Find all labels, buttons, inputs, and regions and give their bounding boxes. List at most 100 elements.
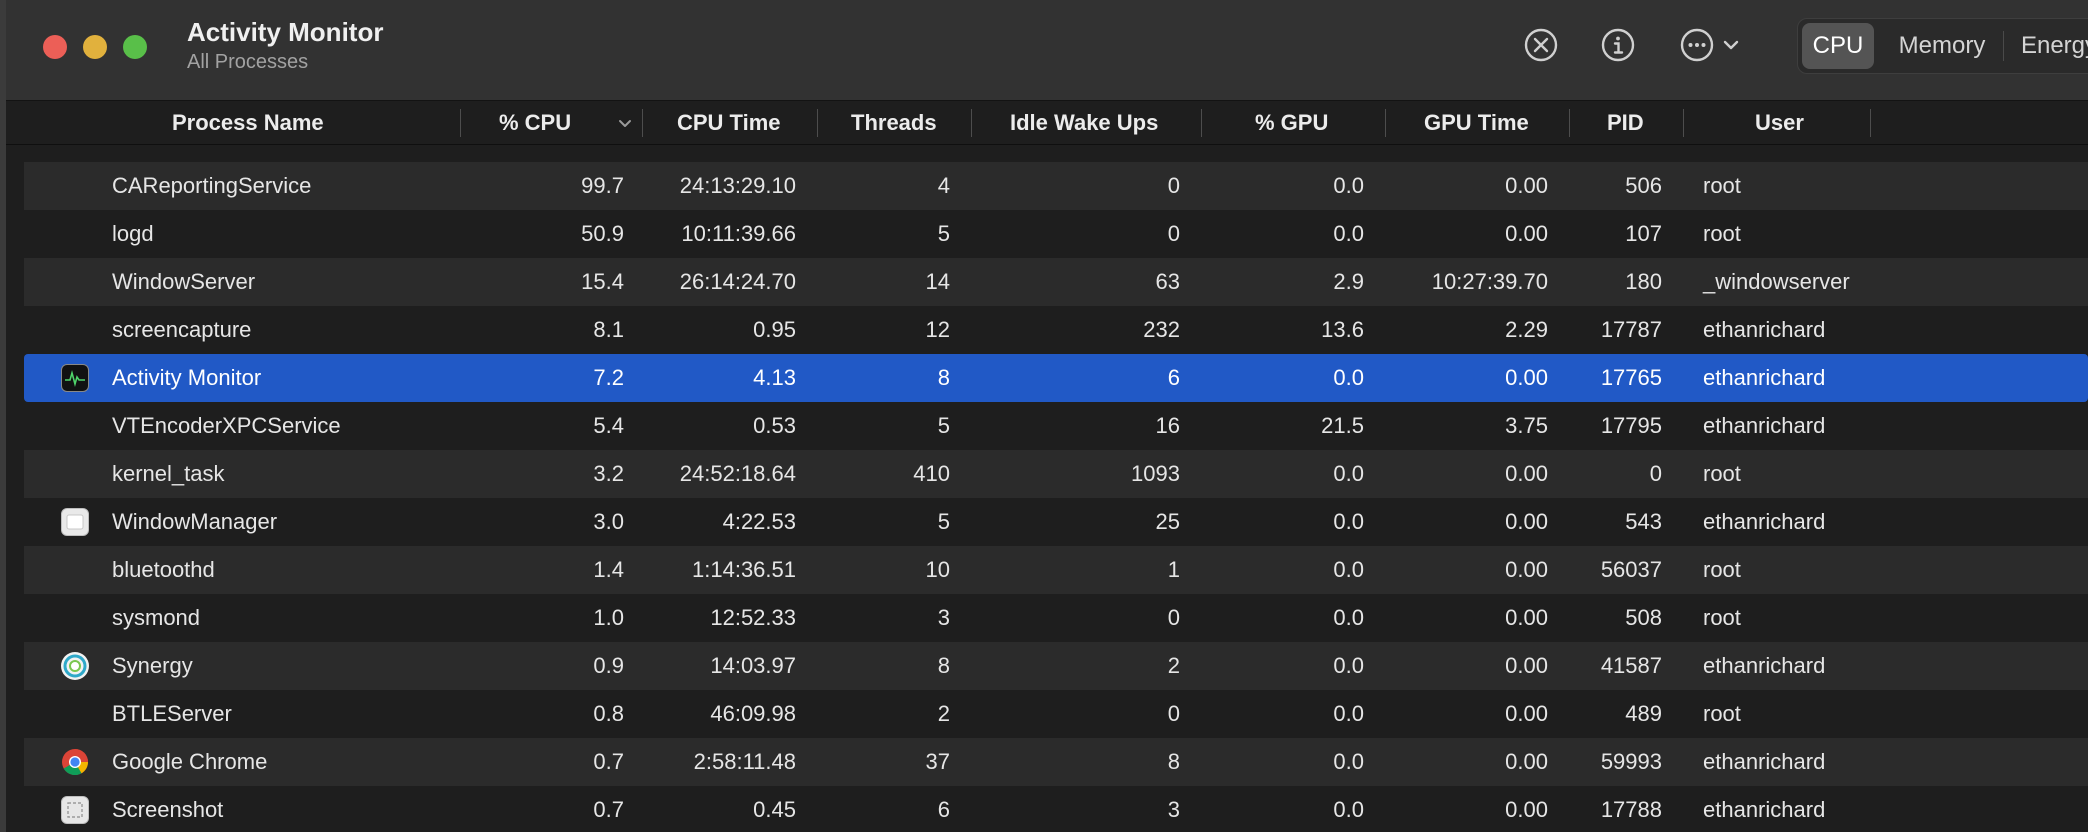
process-name: Google Chrome (112, 749, 268, 774)
column-divider[interactable] (971, 109, 972, 137)
gpu-time: 0.00 (1505, 797, 1548, 822)
pid: 17788 (1600, 797, 1662, 822)
table-row[interactable]: BTLEServer 0.8 46:09.98 2 0 0.0 0.00 489… (24, 690, 2088, 738)
user: ethanrichard (1703, 509, 1826, 534)
process-name: BTLEServer (112, 701, 232, 726)
cpu-percent: 0.8 (593, 701, 624, 726)
table-row[interactable]: WindowServer 15.4 26:14:24.70 14 63 2.9 … (24, 258, 2088, 306)
table-row[interactable]: sysmond 1.0 12:52.33 3 0 0.0 0.00 508 ro… (24, 594, 2088, 642)
column-header-cpu[interactable]: % CPU (499, 101, 571, 145)
cpu-percent: 1.4 (593, 557, 624, 582)
ellipsis-circle-icon (1680, 28, 1714, 62)
user: root (1703, 605, 1741, 630)
gpu-percent: 0.0 (1333, 749, 1364, 774)
column-header-gpu-time[interactable]: GPU Time (1424, 101, 1529, 145)
more-actions-menu-button[interactable] (1679, 25, 1747, 65)
table-row[interactable]: bluetoothd 1.4 1:14:36.51 10 1 0.0 0.00 … (24, 546, 2088, 594)
table-row[interactable]: logd 50.9 10:11:39.66 5 0 0.0 0.00 107 r… (24, 210, 2088, 258)
cpu-percent: 50.9 (581, 221, 624, 246)
cpu-percent: 1.0 (593, 605, 624, 630)
column-header-cpu-time[interactable]: CPU Time (677, 101, 781, 145)
window-subtitle: All Processes (187, 51, 309, 73)
process-name: Activity Monitor (112, 365, 262, 390)
table-row-selected[interactable]: Activity Monitor 7.2 4.13 8 6 0.0 0.00 1… (24, 354, 2088, 402)
table-row[interactable]: CAReportingService 99.7 24:13:29.10 4 0 … (24, 162, 2088, 210)
maximize-window-button[interactable] (123, 35, 147, 59)
column-header-pid[interactable]: PID (1607, 101, 1644, 145)
cpu-time: 4.13 (753, 365, 796, 390)
cpu-time: 2:58:11.48 (693, 749, 796, 774)
table-row[interactable]: Google Chrome 0.7 2:58:11.48 37 8 0.0 0.… (24, 738, 2088, 786)
column-divider[interactable] (1569, 109, 1570, 137)
threads: 6 (937, 797, 950, 822)
process-name: screencapture (112, 317, 252, 342)
column-divider[interactable] (460, 109, 461, 137)
column-header-process-name[interactable]: Process Name (172, 101, 324, 145)
gpu-time: 0.00 (1505, 557, 1548, 582)
threads: 2 (937, 701, 950, 726)
info-circle-icon (1601, 28, 1635, 62)
table-row[interactable]: screencapture 8.1 0.95 12 232 13.6 2.29 … (24, 306, 2088, 354)
close-window-button[interactable] (43, 35, 67, 59)
user: ethanrichard (1703, 749, 1826, 774)
cpu-percent: 7.2 (593, 365, 624, 390)
user: ethanrichard (1703, 365, 1826, 390)
tab-memory[interactable]: Memory (1881, 23, 2003, 69)
column-header-threads[interactable]: Threads (851, 101, 937, 145)
pid: 180 (1625, 269, 1662, 294)
cpu-percent: 0.7 (593, 797, 624, 822)
table-row[interactable]: WindowManager 3.0 4:22.53 5 25 0.0 0.00 … (24, 498, 2088, 546)
gpu-time: 0.00 (1505, 365, 1548, 390)
table-header: Process Name % CPU CPU Time Threads Idle… (6, 101, 2088, 145)
gpu-time: 0.00 (1505, 173, 1548, 198)
tab-cpu[interactable]: CPU (1802, 23, 1874, 69)
table-row[interactable]: Screenshot 0.7 0.45 6 3 0.0 0.00 17788 e… (24, 786, 2088, 832)
process-name: kernel_task (112, 461, 225, 486)
process-name: sysmond (112, 605, 201, 630)
table-row[interactable]: kernel_task 3.2 24:52:18.64 410 1093 0.0… (24, 450, 2088, 498)
gpu-percent: 0.0 (1333, 461, 1364, 486)
idle-wake-ups: 1093 (1131, 461, 1180, 486)
inspect-process-button[interactable] (1598, 25, 1638, 65)
idle-wake-ups: 16 (1155, 413, 1180, 438)
process-name: WindowServer (112, 269, 256, 294)
minimize-window-button[interactable] (83, 35, 107, 59)
column-divider[interactable] (1683, 109, 1684, 137)
table-row[interactable]: Synergy 0.9 14:03.97 8 2 0.0 0.00 41587 … (24, 642, 2088, 690)
pid: 17795 (1600, 413, 1662, 438)
activity-monitor-icon (61, 364, 89, 392)
threads: 10 (925, 557, 950, 582)
column-divider[interactable] (817, 109, 818, 137)
stop-process-button[interactable] (1521, 25, 1561, 65)
gpu-percent: 0.0 (1333, 221, 1364, 246)
pid: 41587 (1600, 653, 1662, 678)
threads: 3 (937, 605, 950, 630)
google-chrome-icon (61, 748, 89, 776)
cpu-time: 26:14:24.70 (679, 269, 796, 294)
idle-wake-ups: 0 (1167, 173, 1180, 198)
process-name: Synergy (112, 653, 193, 678)
threads: 410 (913, 461, 950, 486)
user: root (1703, 221, 1741, 246)
column-divider[interactable] (1870, 109, 1871, 137)
column-header-idle-wake-ups[interactable]: Idle Wake Ups (1010, 101, 1158, 145)
gpu-percent: 0.0 (1333, 365, 1364, 390)
cpu-percent: 0.7 (593, 749, 624, 774)
column-divider[interactable] (1385, 109, 1386, 137)
gpu-time: 3.75 (1505, 413, 1548, 438)
table-row[interactable]: VTEncoderXPCService 5.4 0.53 5 16 21.5 3… (24, 402, 2088, 450)
column-divider[interactable] (642, 109, 643, 137)
cpu-time: 46:09.98 (710, 701, 796, 726)
threads: 8 (937, 365, 950, 390)
idle-wake-ups: 232 (1143, 317, 1180, 342)
column-header-user[interactable]: User (1755, 101, 1804, 145)
tab-energy[interactable]: Energy (2004, 23, 2088, 69)
column-header-gpu[interactable]: % GPU (1255, 101, 1328, 145)
gpu-time: 10:27:39.70 (1431, 269, 1548, 294)
gpu-percent: 0.0 (1333, 557, 1364, 582)
cpu-percent: 5.4 (593, 413, 624, 438)
pid: 543 (1625, 509, 1662, 534)
column-divider[interactable] (1201, 109, 1202, 137)
gpu-percent: 13.6 (1321, 317, 1364, 342)
gpu-percent: 2.9 (1333, 269, 1364, 294)
